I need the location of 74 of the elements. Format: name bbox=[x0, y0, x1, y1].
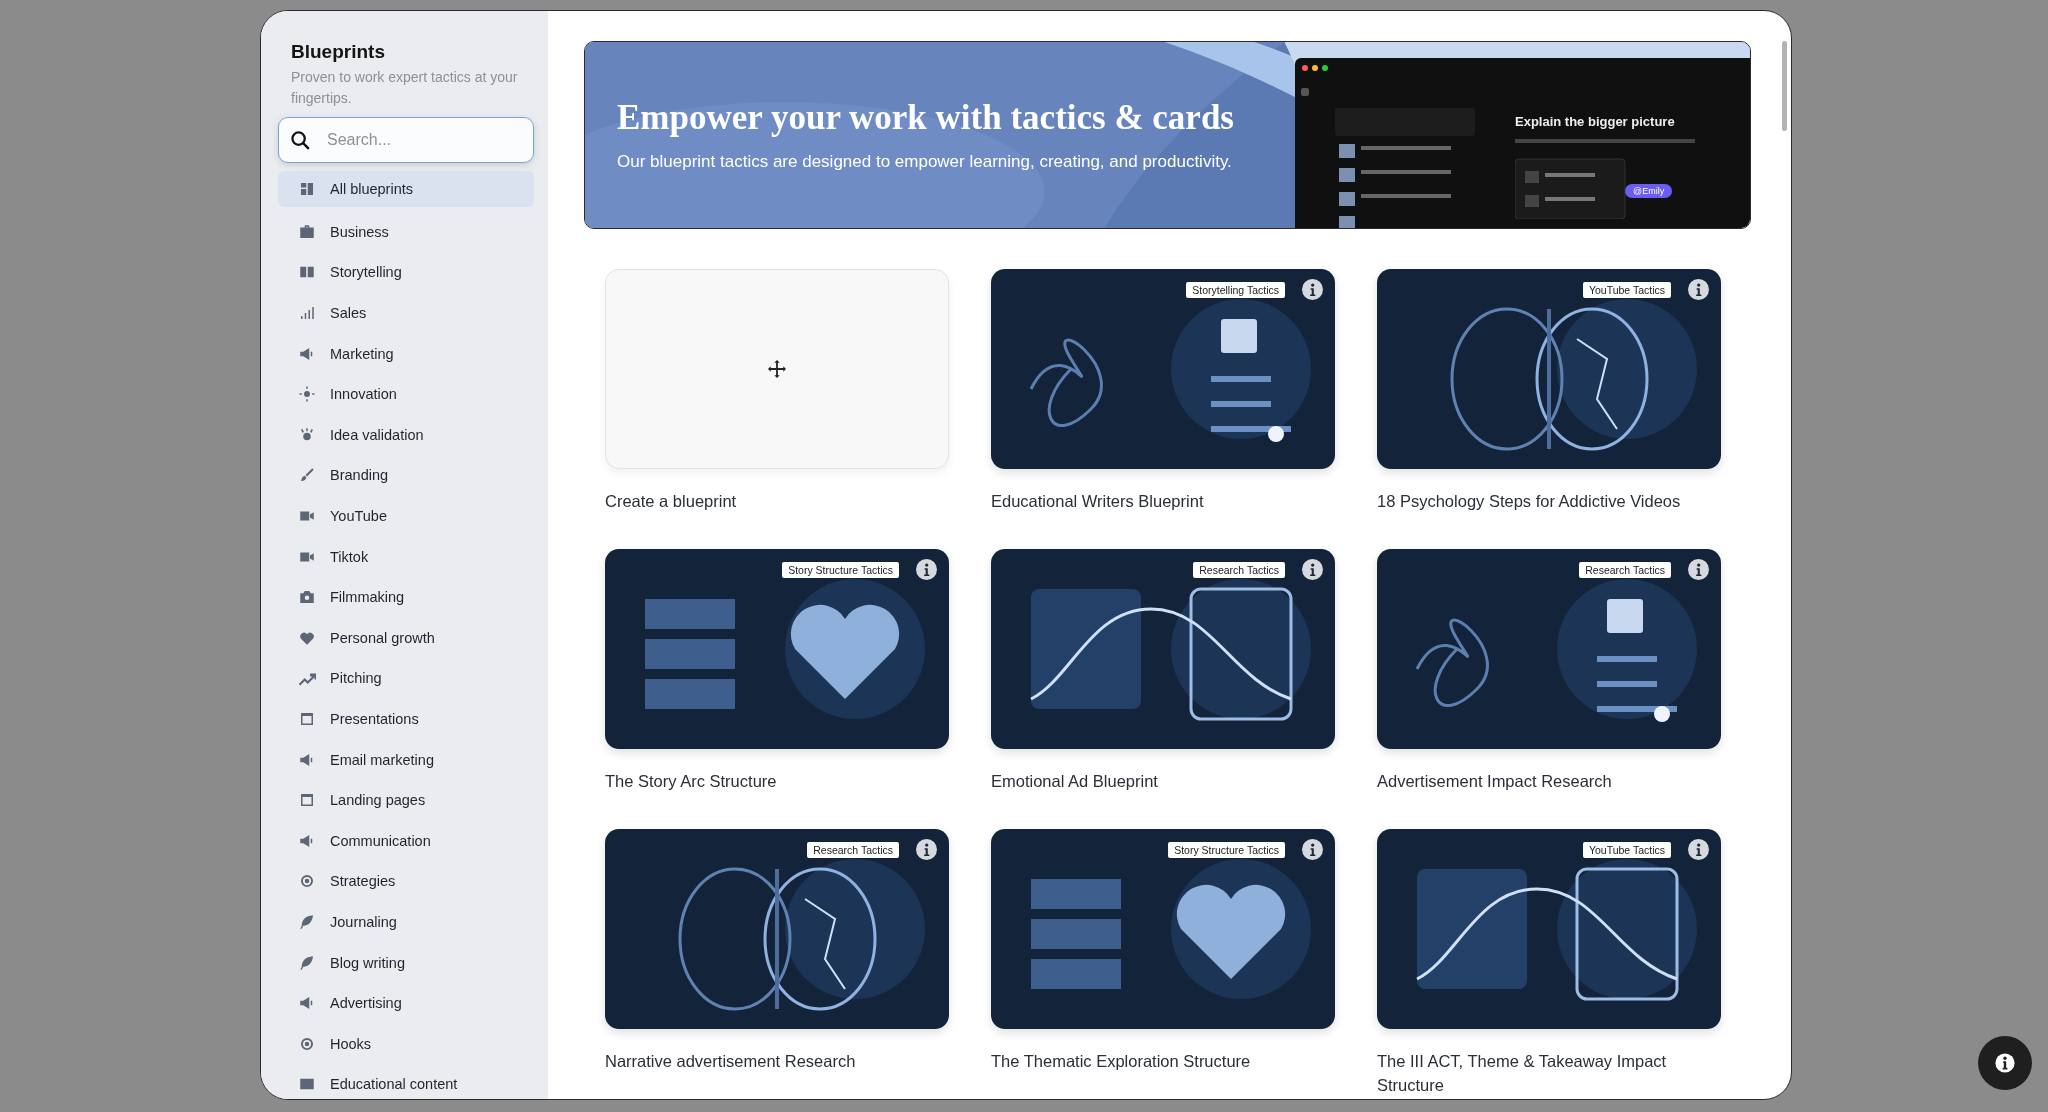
mention-badge: @Emily bbox=[1625, 184, 1673, 198]
info-icon bbox=[1695, 563, 1702, 576]
sidebar-item[interactable]: YouTube bbox=[278, 495, 534, 537]
sidebar-item[interactable]: Innovation bbox=[278, 373, 534, 415]
info-icon bbox=[1309, 843, 1316, 856]
blueprint-title[interactable]: 18 Psychology Steps for Addictive Videos bbox=[1377, 489, 1721, 513]
sidebar-item[interactable]: Idea validation bbox=[278, 414, 534, 456]
sidebar-item[interactable]: All blueprints bbox=[278, 171, 534, 207]
category-tag: Research Tactics bbox=[1579, 562, 1671, 578]
sidebar-item[interactable]: Educational content bbox=[278, 1064, 534, 1099]
sidebar-item[interactable]: Storytelling bbox=[278, 252, 534, 293]
sidebar-item[interactable]: Presentations bbox=[278, 698, 534, 740]
sidebar-item[interactable]: Personal growth bbox=[278, 617, 534, 659]
blueprint-title[interactable]: The III ACT, Theme & Takeaway Impact Structure bbox=[1377, 1049, 1721, 1097]
info-icon bbox=[923, 563, 930, 576]
search-field[interactable]: Search... bbox=[278, 117, 534, 163]
search-icon bbox=[291, 131, 310, 150]
sun-icon bbox=[298, 385, 316, 404]
sidebar-title: Blueprints bbox=[290, 41, 386, 63]
sidebar-item[interactable]: Strategies bbox=[278, 861, 534, 902]
blueprint-title[interactable]: Emotional Ad Blueprint bbox=[991, 769, 1335, 793]
sidebar-item[interactable]: Branding bbox=[278, 455, 534, 496]
category-tag: Research Tactics bbox=[807, 842, 899, 858]
info-icon bbox=[1695, 843, 1702, 856]
blueprint-title[interactable]: Educational Writers Blueprint bbox=[991, 489, 1335, 513]
category-tag: YouTube Tactics bbox=[1582, 282, 1671, 298]
info-icon bbox=[1695, 283, 1702, 296]
blueprint-title[interactable]: Narrative advertisement Research bbox=[605, 1049, 949, 1073]
feather-icon bbox=[298, 953, 316, 972]
banner-heading: Empower your work with tactics & cards bbox=[617, 98, 1234, 138]
blueprint-thumbnail[interactable]: Story Structure Tactics bbox=[991, 829, 1335, 1029]
blueprint-thumbnail[interactable]: Storytelling Tactics bbox=[991, 269, 1335, 469]
info-icon bbox=[1309, 563, 1316, 576]
blueprint-thumbnail[interactable]: Research Tactics bbox=[605, 829, 949, 1029]
info-icon bbox=[1309, 283, 1316, 296]
scrollbar[interactable] bbox=[1782, 41, 1787, 131]
sidebar-item[interactable]: Sales bbox=[278, 292, 534, 334]
sidebar-item[interactable]: Tiktok bbox=[278, 536, 534, 577]
blueprint-thumbnail[interactable]: Research Tactics bbox=[991, 549, 1335, 749]
banner-text: Our blueprint tactics are designed to empower learning, creating, and productivity. bbox=[617, 152, 1233, 172]
sidebar-item[interactable]: Advertising bbox=[278, 982, 534, 1024]
category-tag: Story Structure Tactics bbox=[1168, 842, 1285, 858]
feather-icon bbox=[298, 913, 316, 931]
blueprint-title[interactable]: The Thematic Exploration Structure bbox=[991, 1049, 1335, 1073]
briefcase-icon bbox=[298, 222, 316, 241]
sidebar-item[interactable]: Marketing bbox=[278, 333, 534, 374]
sidebar-item[interactable]: Filmmaking bbox=[278, 576, 534, 618]
sidebar-item[interactable]: Communication bbox=[278, 820, 534, 862]
move-icon bbox=[768, 360, 786, 378]
blueprint-thumbnail[interactable]: YouTube Tactics bbox=[1377, 829, 1721, 1029]
blueprint-title[interactable]: The Story Arc Structure bbox=[605, 769, 949, 793]
sidebar-item[interactable]: Blog writing bbox=[278, 942, 534, 983]
browser-icon bbox=[298, 710, 316, 728]
blueprint-thumbnail[interactable]: Story Structure Tactics bbox=[605, 549, 949, 749]
preview-heading: Explain the bigger picture bbox=[1515, 114, 1676, 129]
sidebar-item[interactable]: Pitching bbox=[278, 658, 534, 699]
sidebar-item[interactable]: Journaling bbox=[278, 901, 534, 943]
info-icon bbox=[923, 843, 930, 856]
info-icon bbox=[1993, 1051, 2017, 1075]
help-button[interactable] bbox=[1978, 1036, 2032, 1090]
category-tag: Story Structure Tactics bbox=[782, 562, 899, 578]
blueprint-thumbnail[interactable]: Research Tactics bbox=[1377, 549, 1721, 749]
category-tag: Storytelling Tactics bbox=[1186, 282, 1285, 298]
blueprint-thumbnail[interactable]: YouTube Tactics bbox=[1377, 269, 1721, 469]
layout-icon bbox=[298, 180, 316, 198]
category-tag: YouTube Tactics bbox=[1582, 842, 1671, 858]
sidebar-item[interactable]: Hooks bbox=[278, 1023, 534, 1065]
sidebar-item[interactable]: Landing pages bbox=[278, 779, 534, 821]
create-blueprint-title[interactable]: Create a blueprint bbox=[605, 489, 949, 513]
sidebar-item[interactable]: Business bbox=[278, 211, 534, 253]
category-tag: Research Tactics bbox=[1193, 562, 1285, 578]
sidebar-subtitle: Proven to work expert tactics at your fingertips. bbox=[290, 68, 519, 108]
sidebar-item[interactable]: Email marketing bbox=[278, 739, 534, 780]
blueprint-title[interactable]: Advertisement Impact Research bbox=[1377, 769, 1721, 793]
